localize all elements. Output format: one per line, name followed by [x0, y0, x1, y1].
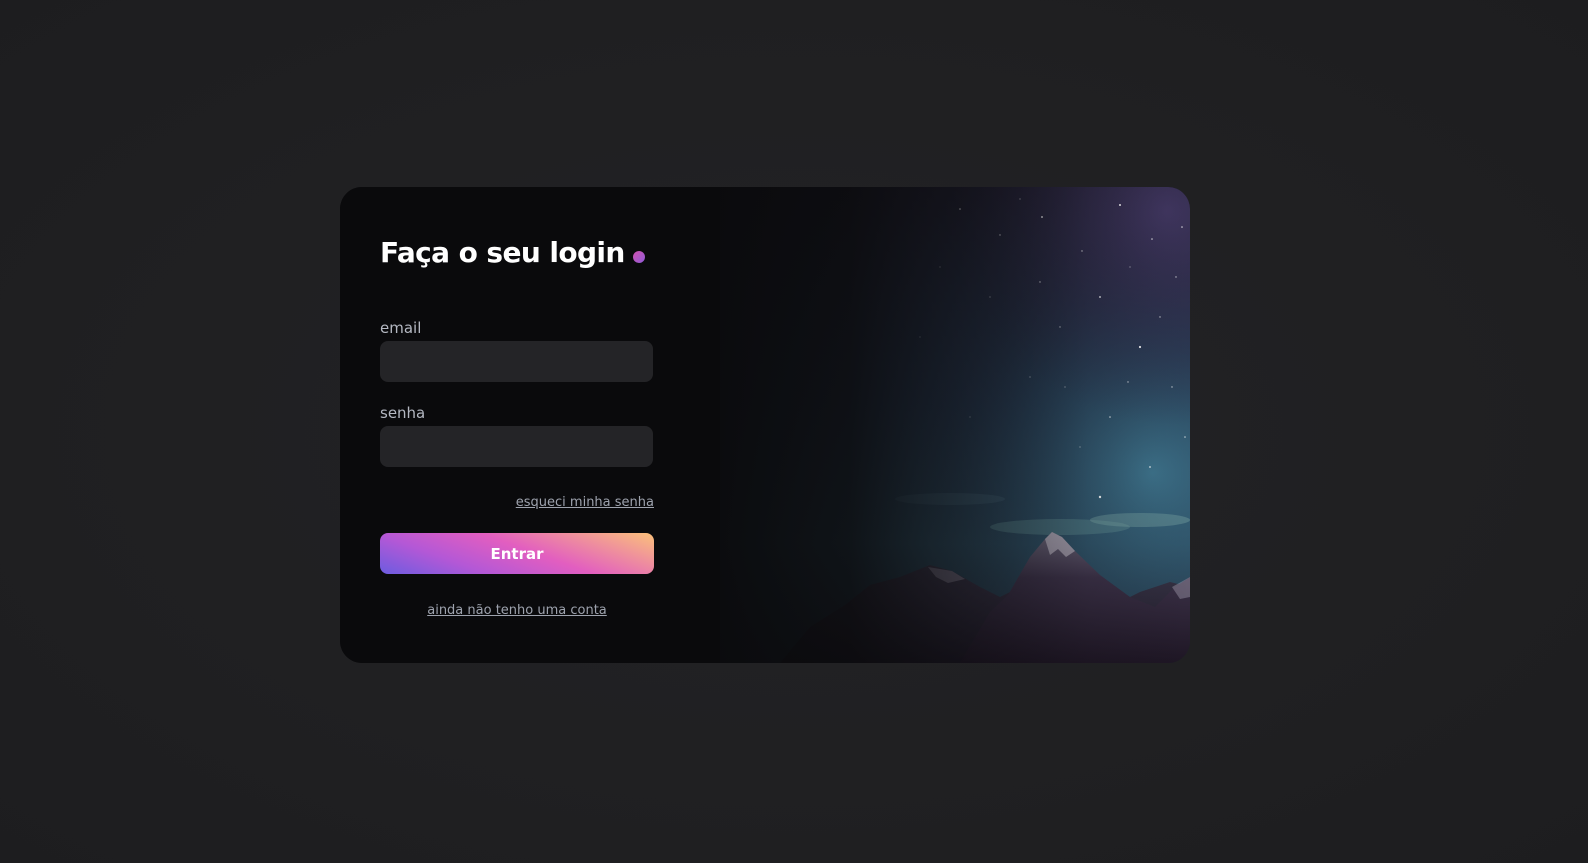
login-form: Faça o seu login email senha esqueci min…: [380, 232, 654, 618]
gradient-dot-icon: [632, 251, 645, 263]
forgot-password-link[interactable]: esqueci minha senha: [516, 495, 654, 510]
password-label: senha: [380, 404, 426, 422]
password-field[interactable]: [380, 426, 653, 467]
page-background: Faça o seu login email senha esqueci min…: [0, 0, 1588, 863]
forgot-row: esqueci minha senha: [380, 491, 654, 510]
email-field[interactable]: [380, 341, 653, 382]
email-label: email: [380, 319, 422, 337]
page-title: Faça o seu login: [380, 235, 625, 269]
signup-row: ainda não tenho uma conta: [380, 599, 654, 618]
login-card: Faça o seu login email senha esqueci min…: [340, 187, 1190, 663]
signup-link[interactable]: ainda não tenho uma conta: [427, 603, 607, 618]
title-row: Faça o seu login: [380, 232, 654, 272]
login-button[interactable]: Entrar: [380, 533, 654, 574]
